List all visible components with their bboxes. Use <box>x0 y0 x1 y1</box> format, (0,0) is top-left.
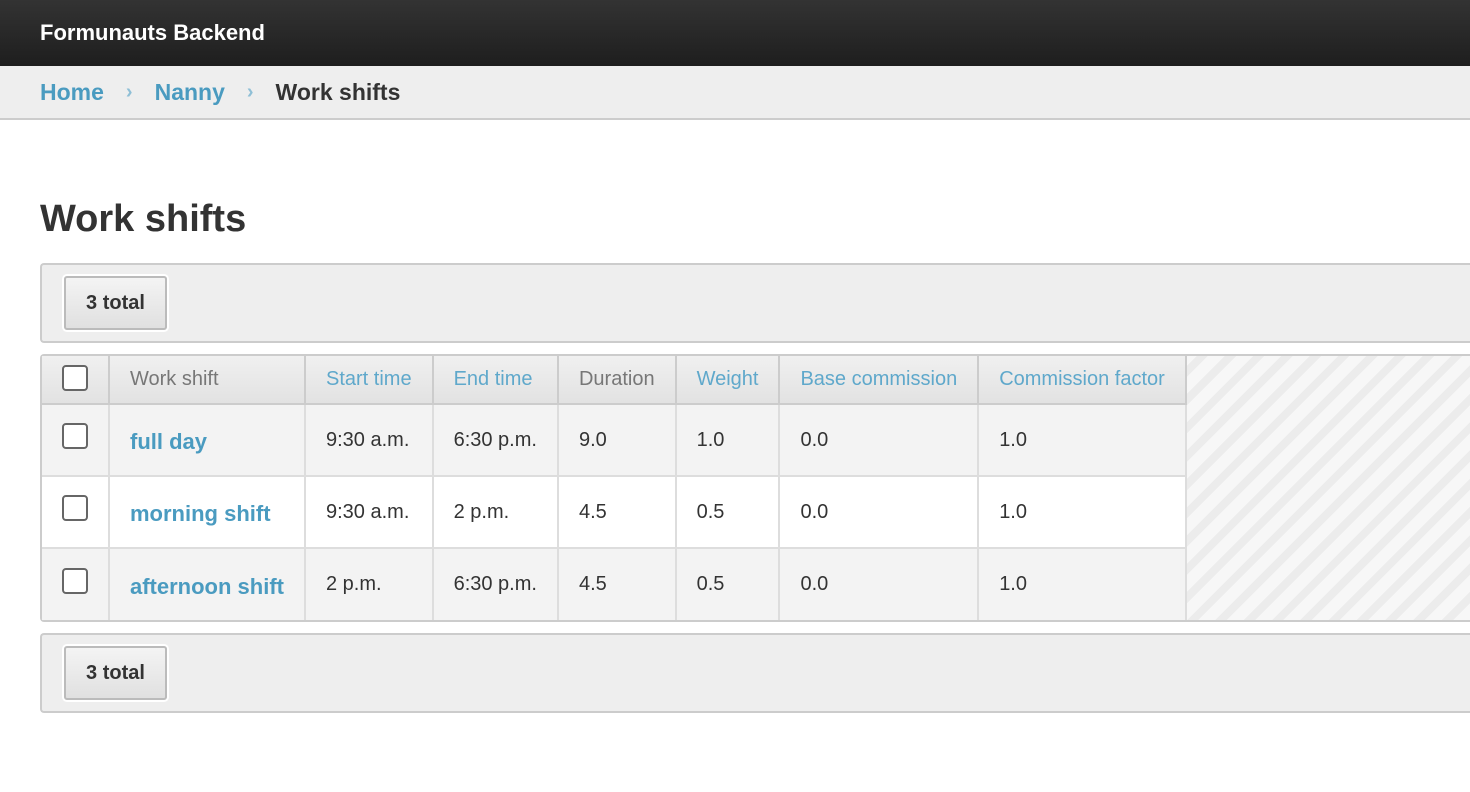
work-shift-cell: afternoon shift <box>109 548 306 620</box>
row-select-cell <box>42 476 110 549</box>
column-header-commission-factor[interactable]: Commission factor <box>978 356 1187 405</box>
base-commission-cell: 0.0 <box>779 476 980 549</box>
column-header-duration: Duration <box>557 356 677 405</box>
column-header-weight[interactable]: Weight <box>675 356 781 405</box>
start-time-cell: 9:30 a.m. <box>305 476 434 549</box>
end-time-cell: 2 p.m. <box>432 476 559 549</box>
end-time-cell: 6:30 p.m. <box>432 404 559 477</box>
base-commission-cell: 0.0 <box>779 404 980 477</box>
work-shift-link[interactable]: afternoon shift <box>130 574 284 599</box>
row-select-cell <box>42 404 110 477</box>
row-checkbox[interactable] <box>62 423 88 450</box>
chevron-right-icon: › <box>246 80 254 103</box>
work-shift-link[interactable]: morning shift <box>130 501 271 526</box>
brand-title[interactable]: Formunauts Backend <box>40 20 265 46</box>
start-time-cell: 9:30 a.m. <box>305 404 434 477</box>
breadcrumb-home[interactable]: Home <box>40 79 104 106</box>
results-table-container: Work shift Start time End time Duration … <box>40 354 1470 622</box>
duration-cell: 4.5 <box>557 476 677 549</box>
paginator-bottom: 3 total <box>40 633 1470 713</box>
select-all-checkbox[interactable] <box>62 364 88 391</box>
commission-factor-cell: 1.0 <box>978 404 1187 477</box>
paginator-top: 3 total <box>40 263 1470 343</box>
table-header-row: Work shift Start time End time Duration … <box>42 356 1187 405</box>
table-row: full day 9:30 a.m. 6:30 p.m. 9.0 1.0 0.0… <box>42 404 1187 477</box>
weight-cell: 0.5 <box>675 476 781 549</box>
work-shift-cell: full day <box>109 404 306 477</box>
duration-cell: 4.5 <box>557 548 677 620</box>
total-count-button[interactable]: 3 total <box>64 276 167 330</box>
table-row: morning shift 9:30 a.m. 2 p.m. 4.5 0.5 0… <box>42 476 1187 549</box>
column-header-base-commission[interactable]: Base commission <box>779 356 980 405</box>
column-header-work-shift: Work shift <box>109 356 306 405</box>
weight-cell: 1.0 <box>675 404 781 477</box>
row-checkbox[interactable] <box>62 567 88 594</box>
select-all-cell <box>42 356 110 405</box>
commission-factor-cell: 1.0 <box>978 548 1187 620</box>
weight-cell: 0.5 <box>675 548 781 620</box>
work-shift-link[interactable]: full day <box>130 429 207 454</box>
breadcrumb-nanny[interactable]: Nanny <box>155 79 225 106</box>
row-select-cell <box>42 548 110 620</box>
top-bar: Formunauts Backend <box>0 0 1470 66</box>
commission-factor-cell: 1.0 <box>978 476 1187 549</box>
breadcrumb: Home › Nanny › Work shifts <box>0 66 1470 120</box>
results-table: Work shift Start time End time Duration … <box>42 356 1187 620</box>
chevron-right-icon: › <box>125 80 133 103</box>
start-time-cell: 2 p.m. <box>305 548 434 620</box>
column-header-end-time[interactable]: End time <box>432 356 559 405</box>
breadcrumb-current: Work shifts <box>275 78 401 105</box>
duration-cell: 9.0 <box>557 404 677 477</box>
page-title: Work shifts <box>40 198 247 240</box>
work-shift-cell: morning shift <box>109 476 306 549</box>
total-count-button[interactable]: 3 total <box>64 646 167 700</box>
main-content: Work shifts 3 total Work shift Start tim… <box>0 197 1470 713</box>
column-header-start-time[interactable]: Start time <box>305 356 434 405</box>
table-row: afternoon shift 2 p.m. 6:30 p.m. 4.5 0.5… <box>42 548 1187 620</box>
base-commission-cell: 0.0 <box>779 548 980 620</box>
row-checkbox[interactable] <box>62 495 88 522</box>
end-time-cell: 6:30 p.m. <box>432 548 559 620</box>
